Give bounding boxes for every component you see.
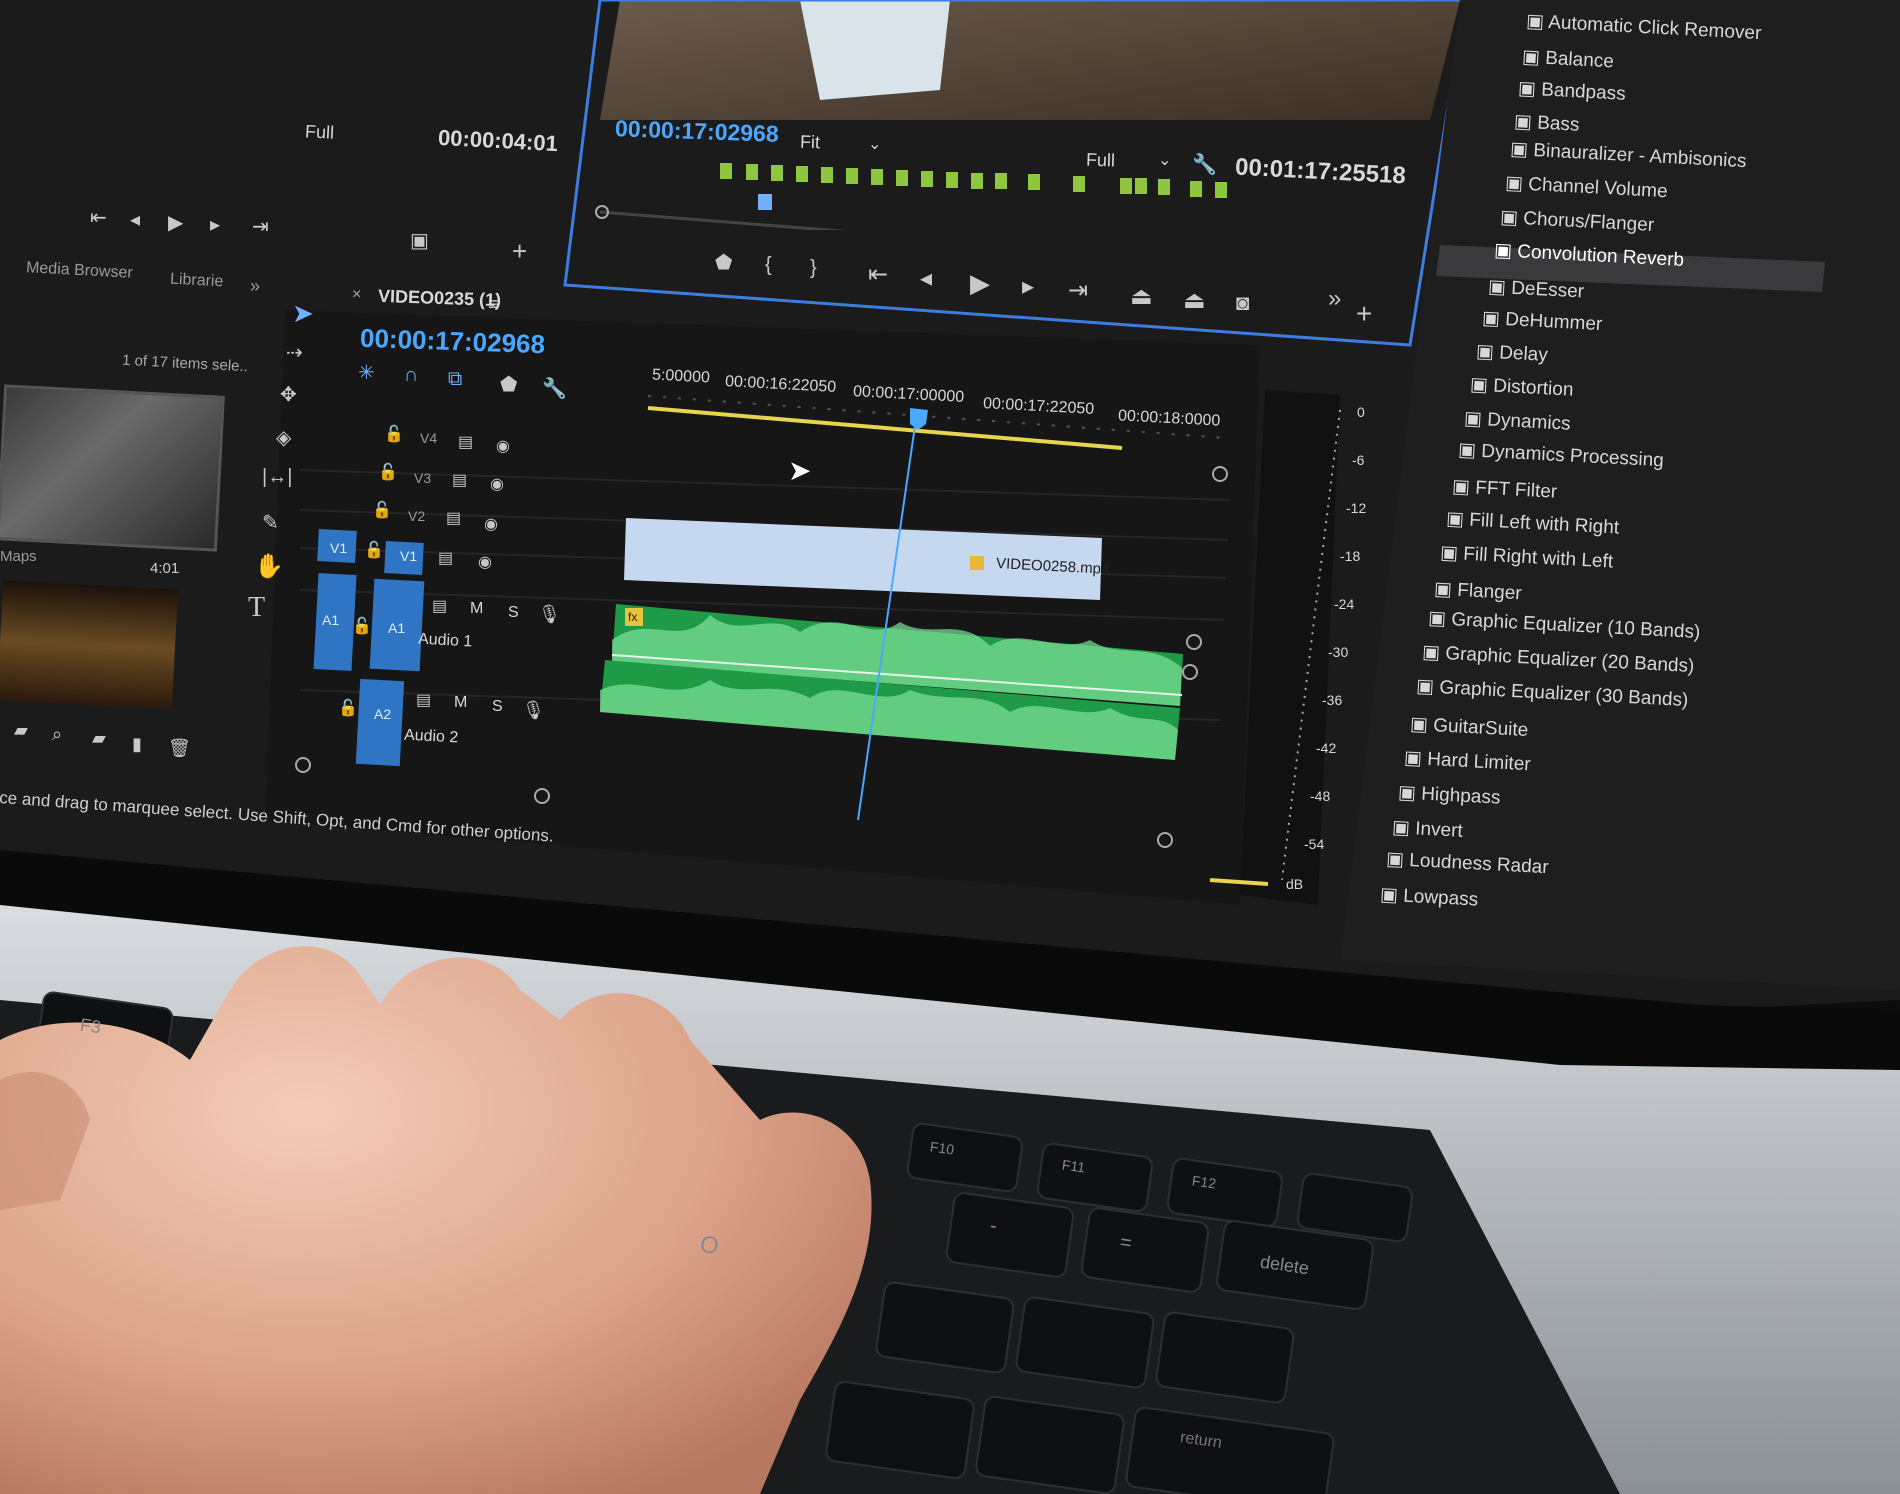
key-label: F3 bbox=[78, 1014, 103, 1038]
key-label: F11 bbox=[1060, 1156, 1087, 1176]
key-label: O bbox=[698, 1230, 721, 1261]
key-label: F10 bbox=[929, 1138, 956, 1158]
laptop-deck bbox=[0, 905, 1900, 1494]
key-label: F12 bbox=[1191, 1172, 1218, 1192]
